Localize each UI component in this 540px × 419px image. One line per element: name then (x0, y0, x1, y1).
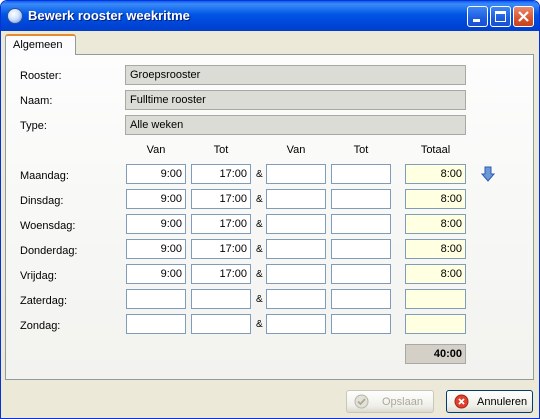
close-icon (518, 11, 529, 22)
vrijdag-tot-2-input[interactable] (331, 264, 391, 284)
woensdag-van-2-input[interactable] (266, 214, 326, 234)
woensdag-van-1-input[interactable]: 9:00 (126, 214, 186, 234)
ampersand: & (256, 169, 263, 180)
woensdag-total: 8:00 (405, 214, 466, 234)
zondag-van-2-input[interactable] (266, 314, 326, 334)
maandag-total: 8:00 (405, 164, 466, 184)
title-bar[interactable]: Bewerk rooster weekritme (1, 1, 539, 31)
donderdag-tot-2-input[interactable] (331, 239, 391, 259)
cancel-button[interactable]: Annuleren (446, 390, 533, 413)
minimize-button[interactable] (467, 6, 488, 27)
tab-label: Algemeen (13, 39, 63, 51)
day-label-zaterdag: Zaterdag: (20, 295, 68, 307)
checkmark-icon (354, 394, 369, 409)
donderdag-van-1-input[interactable]: 9:00 (126, 239, 186, 259)
minimize-icon (473, 19, 480, 22)
zondag-van-1-input[interactable] (126, 314, 186, 334)
vrijdag-van-2-input[interactable] (266, 264, 326, 284)
window-title: Bewerk rooster weekritme (28, 8, 190, 23)
zaterdag-total (405, 289, 466, 309)
close-button[interactable] (513, 6, 534, 27)
rooster-field: Groepsrooster (125, 65, 466, 85)
maandag-van-2-input[interactable] (266, 164, 326, 184)
zondag-tot-2-input[interactable] (331, 314, 391, 334)
zaterdag-tot-2-input[interactable] (331, 289, 391, 309)
ampersand: & (256, 319, 263, 330)
header-van-2: Van (286, 144, 306, 156)
zaterdag-van-1-input[interactable] (126, 289, 186, 309)
vrijdag-total: 8:00 (405, 264, 466, 284)
donderdag-total: 8:00 (405, 239, 466, 259)
naam-field: Fulltime rooster (125, 90, 466, 110)
donderdag-van-2-input[interactable] (266, 239, 326, 259)
maximize-icon (495, 11, 506, 22)
zaterdag-van-2-input[interactable] (266, 289, 326, 309)
zondag-tot-1-input[interactable] (191, 314, 251, 334)
arrow-down-icon (480, 166, 496, 182)
donderdag-tot-1-input[interactable]: 17:00 (191, 239, 251, 259)
dinsdag-tot-2-input[interactable] (331, 189, 391, 209)
naam-label: Naam: (20, 95, 53, 107)
zondag-total (405, 314, 466, 334)
day-label-dinsdag: Dinsdag: (20, 195, 64, 207)
dinsdag-total: 8:00 (405, 189, 466, 209)
dialog-window: Bewerk rooster weekritme Algemeen Rooste… (0, 0, 540, 419)
maximize-button[interactable] (490, 6, 511, 27)
maandag-van-1-input[interactable]: 9:00 (126, 164, 186, 184)
ampersand: & (256, 244, 263, 255)
rooster-label: Rooster: (20, 70, 62, 82)
dinsdag-van-2-input[interactable] (266, 189, 326, 209)
header-van-1: Van (146, 144, 166, 156)
cancel-label: Annuleren (477, 396, 528, 408)
day-label-vrijdag: Vrijdag: (20, 270, 57, 282)
grand-total: 40:00 (405, 344, 466, 364)
day-label-woensdag: Woensdag: (20, 220, 76, 232)
vrijdag-tot-1-input[interactable]: 17:00 (191, 264, 251, 284)
ampersand: & (256, 194, 263, 205)
window-icon (7, 8, 23, 24)
dinsdag-tot-1-input[interactable]: 17:00 (191, 189, 251, 209)
day-label-donderdag: Donderdag: (20, 245, 78, 257)
maandag-tot-2-input[interactable] (331, 164, 391, 184)
ampersand: & (256, 219, 263, 230)
copy-down-button[interactable] (480, 166, 496, 182)
day-label-zondag: Zondag: (20, 320, 61, 332)
zaterdag-tot-1-input[interactable] (191, 289, 251, 309)
ampersand: & (256, 294, 263, 305)
woensdag-tot-1-input[interactable]: 17:00 (191, 214, 251, 234)
type-field: Alle weken (125, 115, 466, 135)
dinsdag-van-1-input[interactable]: 9:00 (126, 189, 186, 209)
header-tot-2: Tot (353, 144, 369, 156)
woensdag-tot-2-input[interactable] (331, 214, 391, 234)
maandag-tot-1-input[interactable]: 17:00 (191, 164, 251, 184)
tab-algemeen[interactable]: Algemeen (5, 34, 76, 55)
header-totaal: Totaal (420, 144, 451, 156)
type-label: Type: (20, 120, 47, 132)
save-label: Opslaan (382, 396, 423, 408)
cancel-icon (454, 394, 469, 409)
header-tot-1: Tot (213, 144, 229, 156)
day-label-maandag: Maandag: (20, 170, 69, 182)
vrijdag-van-1-input[interactable]: 9:00 (126, 264, 186, 284)
save-button[interactable]: Opslaan (346, 390, 434, 413)
ampersand: & (256, 269, 263, 280)
